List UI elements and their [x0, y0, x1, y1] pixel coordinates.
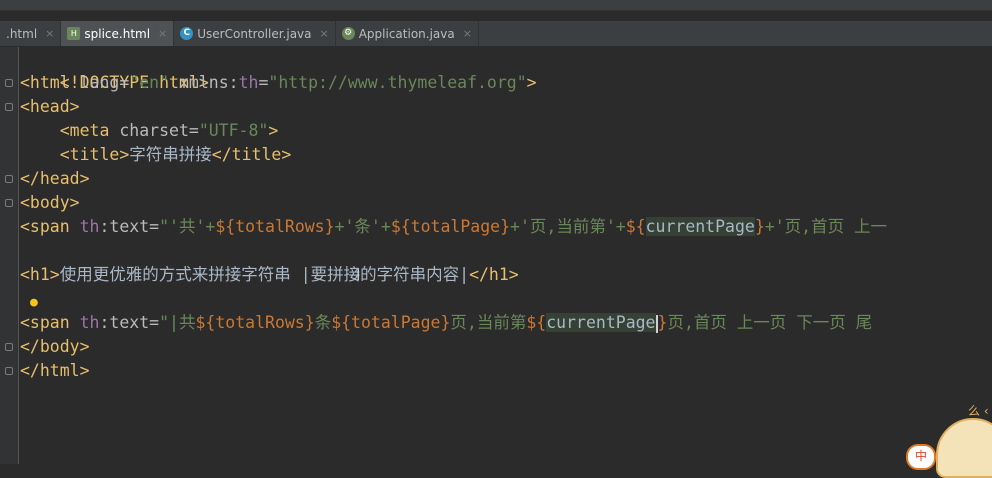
expression: ${totalRows} [215, 217, 335, 236]
attr-value: "http://www.thymeleaf.org" [268, 73, 527, 92]
tag-close: </title> [211, 145, 292, 164]
code-line: <head> [20, 95, 80, 119]
expression: ${ [625, 217, 646, 236]
code-line: <h1>使用更优雅的方式来拼接字符串 |要拼接的字符串内容|</h1> [20, 263, 519, 287]
close-icon[interactable]: × [320, 27, 329, 40]
attr-name: :text= [99, 217, 160, 236]
code-line: </head> [20, 167, 90, 191]
mascot-icon [936, 418, 992, 478]
java-class-icon: C [180, 27, 194, 40]
expression: } [754, 217, 765, 236]
namespace-prefix: th [238, 73, 259, 92]
close-icon[interactable]: × [158, 27, 167, 40]
code-editor[interactable]: <!DOCTYPE html> <html lang="en" xmlns:th… [20, 47, 992, 464]
namespace-prefix: th [69, 313, 100, 332]
attr-value: "'共'+ [159, 217, 216, 236]
attr-name: lang= [69, 73, 130, 92]
ime-chinese-indicator[interactable]: 中 [906, 444, 936, 470]
fold-icon[interactable] [5, 199, 13, 207]
expression: ${ [526, 313, 547, 332]
tab-application[interactable]: ⚙ Application.java × [336, 21, 479, 46]
code-line: </html> [20, 359, 90, 383]
attr-name: xmlns: [169, 73, 239, 92]
tag-open: <h1> [20, 265, 60, 284]
mouse-ibeam-cursor-icon: I [356, 266, 361, 284]
attr-value: 页,当前第 [450, 313, 527, 332]
tag-close: </html> [20, 361, 90, 380]
code-line: <!DOCTYPE html> [20, 47, 209, 92]
spring-app-icon: ⚙ [341, 27, 355, 40]
tag-open: <title> [20, 145, 130, 164]
namespace-prefix: th [69, 217, 100, 236]
attr-value: +'页,当前第'+ [510, 217, 626, 236]
tab-label: .html [6, 26, 38, 41]
text-content: |要拼接的字符串内容| [300, 265, 470, 284]
code-line: <span th:text="|共${totalRows}条${totalPag… [20, 311, 872, 335]
text-content: 使用更优雅的方式来拼接字符串 [59, 265, 301, 284]
tab-user-controller[interactable]: C UserController.java × [174, 21, 336, 46]
attr-value: "UTF-8" [198, 121, 269, 140]
code-line: <meta charset="UTF-8"> [20, 119, 279, 143]
tab-label: UserController.java [197, 26, 312, 41]
tag-close: </body> [20, 337, 90, 356]
window-top-strip [0, 0, 992, 11]
tag-close: </h1> [469, 265, 519, 284]
editor-tab-bar: .html × H splice.html × C UserController… [0, 21, 992, 47]
fold-icon[interactable] [5, 343, 13, 351]
lightbulb-icon[interactable]: ● [30, 295, 38, 310]
tag-close: > [268, 121, 279, 140]
fold-icon[interactable] [5, 79, 13, 87]
attr-value: +'条'+ [334, 217, 391, 236]
attr-value: "en" [129, 73, 170, 92]
code-line: <html lang="en" xmlns:th="http://www.thy… [20, 71, 537, 95]
expression: ${totalRows} [195, 313, 315, 332]
mascot-mark: 么 ‹ [968, 404, 989, 418]
expression: } [657, 313, 668, 332]
expression: ${totalPage} [331, 313, 451, 332]
close-icon[interactable]: × [463, 27, 472, 40]
highlighted-variable: currentPage [546, 313, 656, 332]
ime-mascot-widget[interactable]: 么 ‹ 中 [906, 400, 992, 478]
fold-icon[interactable] [5, 175, 13, 183]
attr-value: 条 [314, 313, 332, 332]
tag-open: <head> [20, 97, 80, 116]
expression: ${totalPage} [390, 217, 511, 236]
tag-open: <span [20, 313, 70, 332]
tag-close: > [526, 73, 537, 92]
close-icon[interactable]: × [45, 27, 54, 40]
tag-open: <html [20, 73, 70, 92]
highlighted-variable: currentPage [645, 217, 755, 236]
tag-open: <body> [20, 193, 80, 212]
tab-label: Application.java [358, 26, 455, 41]
attr-name: charset= [109, 121, 199, 140]
code-line: <body> [20, 191, 80, 215]
tag-close: </head> [20, 169, 90, 188]
text-content: 字符串拼接 [129, 145, 212, 164]
attr-name: :text= [99, 313, 160, 332]
fold-icon[interactable] [5, 367, 13, 375]
tab-label: splice.html [84, 26, 151, 41]
tab-html-partial[interactable]: .html × [0, 21, 62, 46]
code-line: <span th:text="'共'+${totalRows}+'条'+${to… [20, 215, 887, 239]
equals: = [258, 73, 269, 92]
tag-open: <span [20, 217, 70, 236]
code-line: </body> [20, 335, 90, 359]
attr-value: "|共 [159, 313, 196, 332]
attr-value: +'页,首页 上一 [764, 217, 888, 236]
html-file-icon: H [67, 27, 81, 40]
attr-value: 页,首页 上一页 下一页 尾 [667, 313, 873, 332]
fold-icon[interactable] [5, 103, 13, 111]
code-line: <title>字符串拼接</title> [20, 143, 292, 167]
editor-gutter [0, 47, 19, 464]
tag-open: <meta [20, 121, 110, 140]
tab-splice-html[interactable]: H splice.html × [61, 21, 175, 46]
